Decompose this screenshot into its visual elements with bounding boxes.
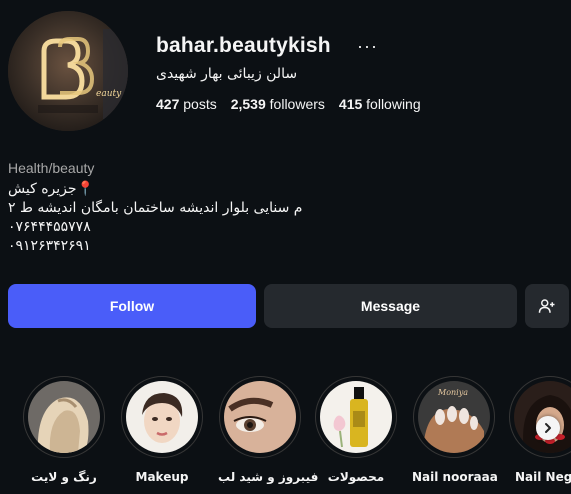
chevron-right-icon — [545, 423, 551, 433]
highlights-next-button[interactable] — [536, 416, 560, 440]
profile-category: Health/beauty — [8, 160, 95, 176]
following-count: 415 — [338, 96, 363, 112]
more-options-icon[interactable]: ··· — [357, 36, 378, 57]
avatar-logo-image: eauty Center — [8, 11, 128, 131]
highlight-nail-image: Moniya — [418, 381, 490, 453]
bio-mobile-line: ۰۹۱۲۶۳۴۲۶۹۱ — [8, 238, 91, 254]
highlight-item[interactable]: Makeup — [120, 376, 204, 484]
highlight-label: Nail Negin — [515, 470, 571, 484]
svg-text:Moniya: Moniya — [437, 388, 468, 397]
highlight-ring — [315, 376, 397, 458]
highlight-ring: Moniya — [413, 376, 495, 458]
highlight-ring — [23, 376, 105, 458]
posts-stat[interactable]: 427 posts — [156, 96, 217, 112]
highlight-item[interactable]: فیبروز و شید لب — [218, 376, 319, 484]
highlight-ring — [219, 376, 301, 458]
follow-button[interactable]: Follow — [8, 284, 256, 328]
highlight-brows-image — [224, 381, 296, 453]
highlight-label: Makeup — [135, 470, 189, 484]
highlight-ring — [509, 376, 571, 458]
add-user-icon — [538, 299, 555, 313]
posts-count: 427 — [156, 96, 180, 112]
highlight-item[interactable]: رنگ و لایت — [22, 376, 106, 484]
highlight-products-image — [320, 381, 392, 453]
posts-label: posts — [183, 96, 217, 112]
profile-username: bahar.beautykish — [156, 34, 331, 57]
followers-stat[interactable]: 2,539 followers — [231, 96, 325, 112]
followers-label: followers — [269, 96, 325, 112]
highlight-label: فیبروز و شید لب — [218, 470, 319, 484]
highlight-hair-image — [28, 381, 100, 453]
highlight-label: محصولات — [327, 470, 385, 484]
following-stat[interactable]: 415 following — [339, 96, 421, 112]
highlight-item[interactable]: محصولات — [314, 376, 398, 484]
profile-stats: 427 posts 2,539 followers 415 following — [156, 96, 421, 112]
message-button[interactable]: Message — [264, 284, 517, 328]
suggested-users-button[interactable] — [525, 284, 569, 328]
highlight-item[interactable]: Moniya Nail nooraaa — [412, 376, 498, 484]
bio-address-line: م سنایی بلوار اندیشه ساختمان بامگان اندی… — [8, 200, 303, 216]
profile-avatar[interactable]: eauty Center — [8, 11, 128, 131]
highlight-label: Nail nooraaa — [412, 470, 498, 484]
bio-location-line: 📍جزیره کیش — [8, 181, 94, 197]
highlight-label: رنگ و لایت — [31, 470, 97, 484]
profile-bio: 📍جزیره کیش م سنایی بلوار اندیشه ساختمان … — [8, 180, 302, 256]
highlight-makeup-image — [126, 381, 198, 453]
following-label: following — [366, 96, 421, 112]
highlight-ring — [121, 376, 203, 458]
profile-full-name: سالن زیبائی بهار شهیدی — [156, 66, 298, 82]
bio-phone-line: ۰۷۶۴۴۴۵۵۷۷۸ — [8, 219, 91, 235]
avatar-logo-text: eauty Center — [96, 89, 128, 99]
followers-count: 2,539 — [230, 96, 266, 112]
